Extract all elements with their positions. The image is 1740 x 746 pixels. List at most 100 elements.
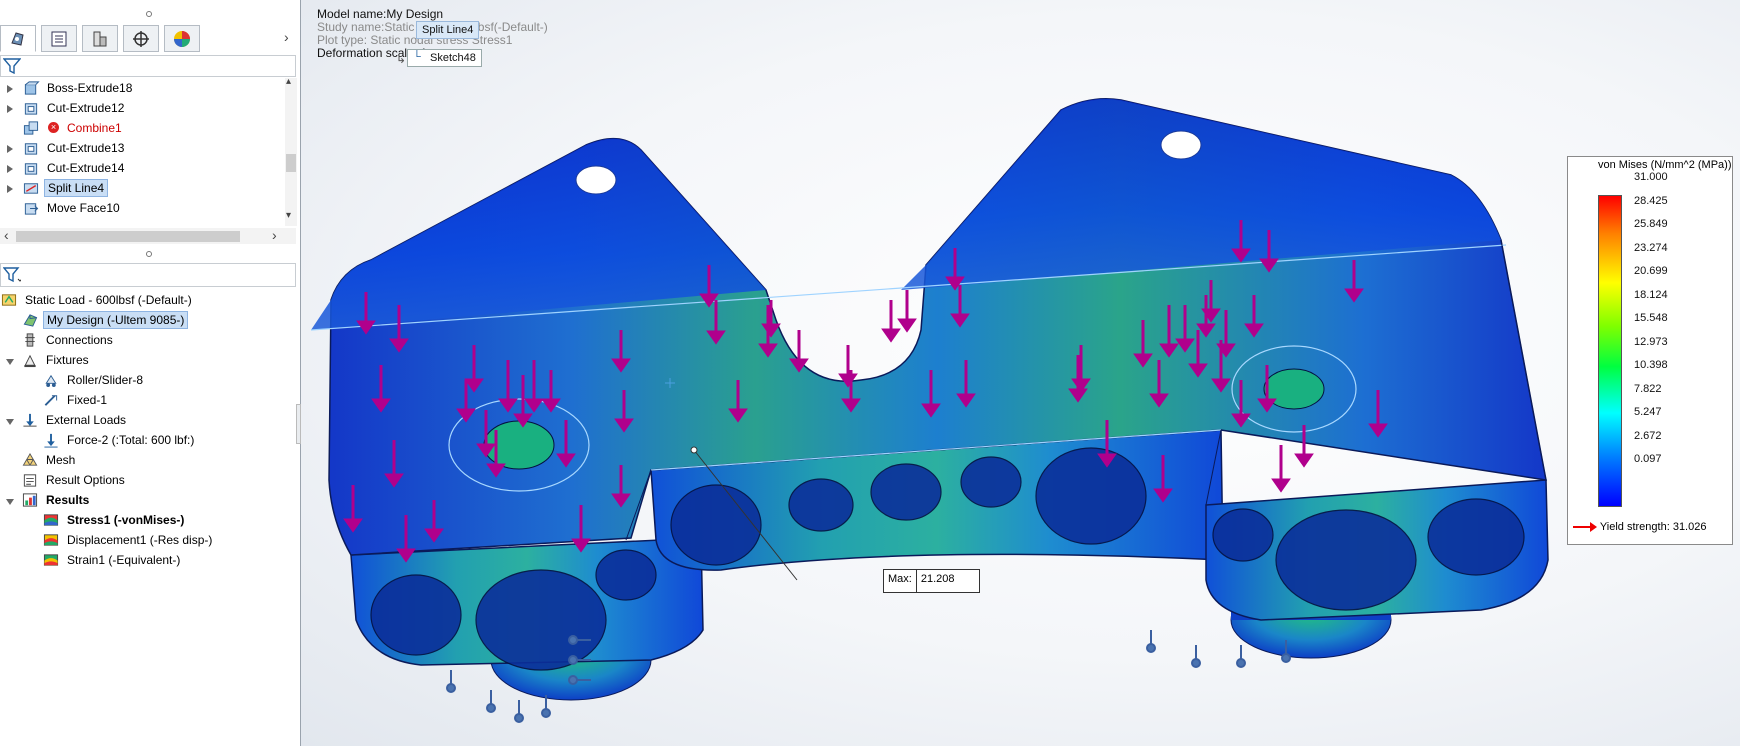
feature-manager-icon (11, 31, 24, 46)
combine-icon (22, 120, 40, 136)
scroll-left-icon[interactable]: ‹ (4, 227, 9, 243)
tree-item[interactable]: Static Load - 600lbsf (-Default-) (0, 290, 284, 310)
plot-type-label: Plot type: Static nodal stress Stress1 (317, 33, 513, 47)
tree-item-label: Stress1 (-vonMises-) (67, 513, 185, 527)
tree-item[interactable]: Cut-Extrude13 (0, 138, 284, 158)
feature-tree-vscroll[interactable]: ▴ ▾ (285, 76, 297, 226)
legend-tick-label: 15.548 (1634, 312, 1668, 324)
stress-legend: von Mises (N/mm^2 (MPa)) 31.000 28.425 25.… (1567, 156, 1733, 545)
tab-feature-manager[interactable] (0, 25, 36, 52)
tree-item[interactable]: Boss-Extrude18 (0, 78, 284, 98)
scroll-up-icon[interactable]: ▴ (286, 76, 291, 87)
collapse-arrow-icon[interactable] (5, 415, 14, 425)
move-face-icon (22, 200, 40, 216)
dimxpert-icon (133, 30, 149, 47)
tree-item[interactable]: Fixtures (0, 350, 284, 370)
tree-item-label: Result Options (46, 473, 125, 487)
connections-icon (21, 332, 39, 348)
scroll-down-icon[interactable]: ▾ (286, 210, 291, 221)
tree-item-label: Cut-Extrude14 (47, 161, 125, 175)
legend-tick-label: 18.124 (1634, 288, 1668, 301)
fixtures-icon (21, 352, 39, 368)
tree-item[interactable]: Result Options (0, 470, 284, 490)
tabs-scroll-right-icon[interactable]: › (284, 29, 289, 45)
pane-splitter-handle[interactable] (146, 251, 152, 257)
probe-value: 21.208 (915, 570, 979, 592)
legend-tick-label: 0.097 (1634, 453, 1662, 465)
tree-item[interactable]: Mesh (0, 450, 284, 470)
tree-item-label: Split Line4 (44, 179, 109, 197)
tree-item-label: External Loads (46, 413, 127, 427)
expand-arrow-icon[interactable] (6, 143, 14, 153)
tree-item-label: Displacement1 (-Res disp-) (67, 533, 213, 547)
tree-item[interactable]: Strain1 (-Equivalent-) (0, 550, 284, 570)
legend-color-bar (1598, 195, 1622, 507)
tab-display-manager[interactable] (164, 25, 200, 52)
tree-item-label: Combine1 (67, 121, 122, 135)
static-study-icon (0, 292, 18, 308)
yield-arrow-icon (1573, 522, 1597, 533)
tree-item-label: Force-2 (:Total: 600 lbf:) (67, 433, 195, 447)
splitter-handle[interactable] (146, 11, 152, 17)
tree-item[interactable]: Force-2 (:Total: 600 lbf:) (0, 430, 284, 450)
graphics-viewport[interactable]: Model name:My Design Study name:Static L… (301, 0, 1740, 746)
external-loads-icon (21, 412, 39, 428)
tree-item[interactable]: Split Line4 (0, 178, 284, 198)
study-filter-icon (3, 267, 21, 283)
yield-strength-label: Yield strength: 31.026 (1599, 521, 1707, 533)
force-icon (42, 432, 60, 448)
configuration-manager-icon (93, 31, 107, 46)
collapse-arrow-icon[interactable] (5, 495, 14, 505)
manager-tabs: › (0, 25, 300, 52)
cut-extrude-icon (22, 100, 40, 116)
collapse-arrow-icon[interactable] (5, 355, 14, 365)
legend-tick-label: 31.000 (1634, 171, 1668, 183)
tree-item[interactable]: Move Face10 (0, 198, 284, 218)
breadcrumb-sketch-label: Sketch48 (430, 52, 476, 64)
breadcrumb-sketch[interactable]: └ Sketch48 (407, 49, 482, 67)
boss-extrude-icon (22, 80, 40, 96)
scroll-right-icon[interactable]: › (272, 227, 277, 243)
breadcrumb-split-line[interactable]: Split Line4 (416, 21, 480, 39)
fixture-symbols (446, 630, 1291, 723)
tree-item[interactable]: External Loads (0, 410, 284, 430)
legend-tick-label: 12.973 (1634, 335, 1668, 348)
tree-item[interactable]: × Combine1 (0, 118, 284, 138)
tree-item[interactable]: Cut-Extrude12 (0, 98, 284, 118)
feature-filter-bar[interactable] (0, 55, 296, 77)
tree-item[interactable]: Cut-Extrude14 (0, 158, 284, 178)
probe-max-label[interactable]: Max: 21.208 (883, 569, 980, 593)
expand-arrow-icon[interactable] (6, 163, 14, 173)
error-icon: × (48, 122, 59, 133)
scroll-thumb[interactable] (286, 154, 296, 172)
legend-tick-label: 5.247 (1634, 406, 1662, 418)
expand-arrow-icon[interactable] (6, 83, 14, 93)
hscroll-thumb[interactable] (16, 231, 240, 242)
tree-item[interactable]: My Design (-Ultem 9085-) (0, 310, 284, 330)
tree-item[interactable]: Connections (0, 330, 284, 350)
tree-item[interactable]: Roller/Slider-8 (0, 370, 284, 390)
tree-item[interactable]: Fixed-1 (0, 390, 284, 410)
tree-item-label: Move Face10 (47, 201, 120, 215)
tab-configuration-manager[interactable] (82, 25, 118, 52)
study-filter-bar[interactable] (0, 263, 296, 287)
legend-tick-label: 20.699 (1634, 265, 1668, 277)
feature-tree-hscroll[interactable]: ‹ › (0, 227, 296, 244)
expand-arrow-icon[interactable] (6, 103, 14, 113)
expand-arrow-icon[interactable] (6, 183, 14, 193)
sketch-icon: └ (413, 51, 421, 63)
tree-item[interactable]: Stress1 (-vonMises-) (0, 510, 284, 530)
tab-property-manager[interactable] (41, 25, 77, 52)
tab-dimxpert-manager[interactable] (123, 25, 159, 52)
left-panel: › Boss-Extrude18 Cut-Extrude12 × Combine1 Cu… (0, 0, 301, 746)
tree-item-label: Fixtures (46, 353, 89, 367)
tree-item[interactable]: Displacement1 (-Res disp-) (0, 530, 284, 550)
results-icon (21, 492, 39, 508)
tree-item-label: Cut-Extrude13 (47, 141, 125, 155)
tree-item-label: Connections (46, 333, 113, 347)
displacement-plot-icon (42, 532, 60, 548)
tree-item[interactable]: Results (0, 490, 284, 510)
tree-item-label: Mesh (46, 453, 76, 467)
display-manager-icon (174, 30, 190, 47)
legend-tick-label: 2.672 (1634, 429, 1662, 442)
